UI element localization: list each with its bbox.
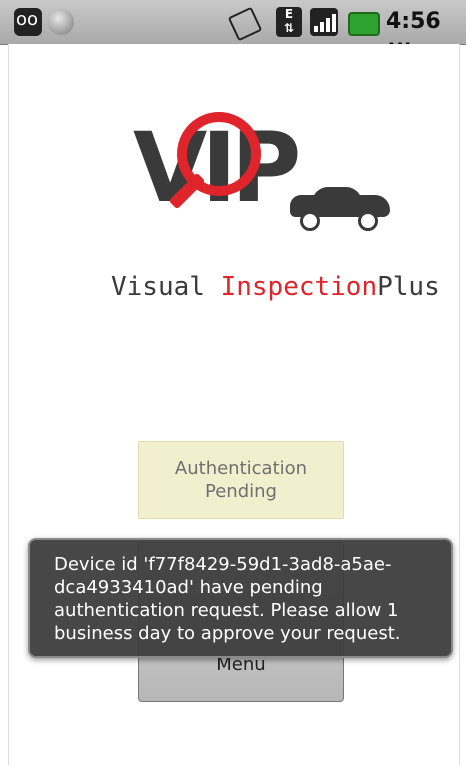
battery-icon — [348, 12, 380, 36]
toast-message: Device id 'f77f8429-59d1-3ad8-a5ae- dca4… — [28, 538, 453, 658]
app-logo: VIP Visual InspectionPlus — [55, 60, 440, 302]
authentication-pending-button[interactable]: Authentication Pending — [138, 441, 344, 519]
signal-icon — [310, 8, 338, 36]
logo-tagline: Visual InspectionPlus — [111, 272, 440, 302]
voicemail-icon: oo — [14, 8, 42, 36]
vibrate-icon — [227, 6, 263, 42]
car-icon — [280, 185, 395, 231]
status-bar: oo E⇅ 4:56 AM — [0, 0, 466, 57]
authentication-pending-label: Authentication Pending — [174, 458, 308, 502]
robot-icon — [48, 9, 74, 35]
data-icon: E ⇅ — [276, 7, 302, 37]
